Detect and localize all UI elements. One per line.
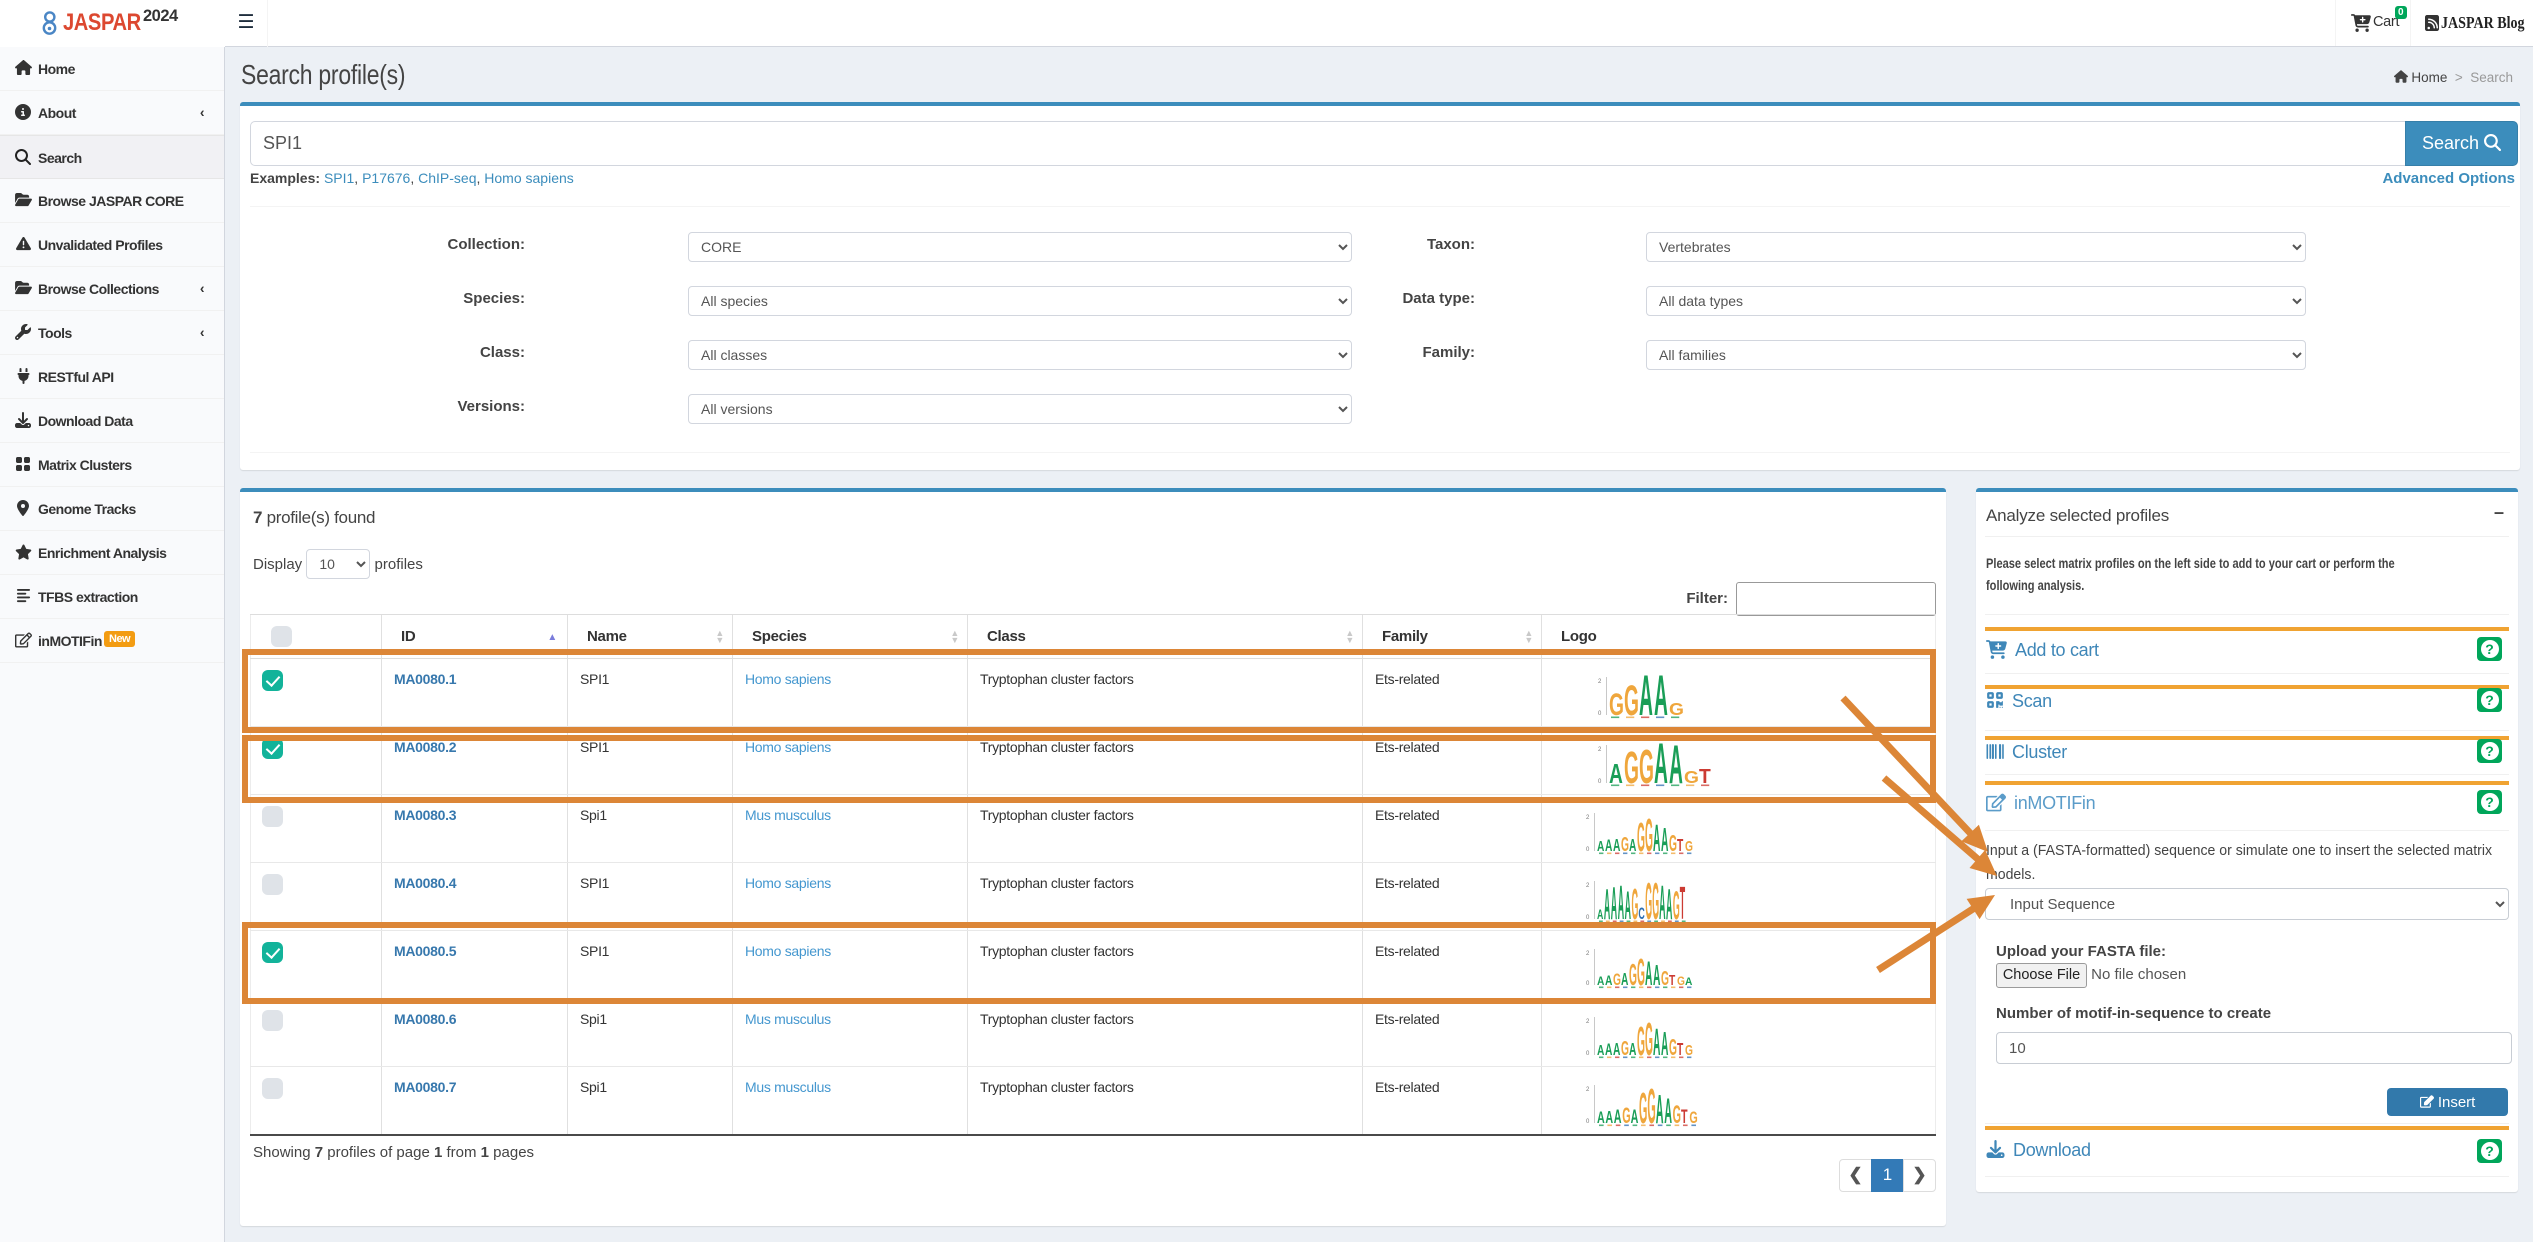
svg-text:G: G (1677, 975, 1685, 988)
svg-text:G: G (1685, 837, 1693, 855)
svg-text:A: A (1597, 837, 1604, 855)
svg-text:2: 2 (1586, 883, 1590, 889)
svg-text:A: A (1597, 975, 1604, 988)
svg-text:G: G (1689, 1108, 1697, 1127)
svg-text:2: 2 (1586, 951, 1590, 957)
svg-text:0: 0 (1598, 779, 1602, 785)
svg-text:G: G (1669, 699, 1684, 719)
svg-text:G: G (1669, 830, 1677, 856)
svg-text:G: G (1622, 1103, 1630, 1128)
svg-text:G: G (1669, 1034, 1677, 1060)
svg-text:0: 0 (1586, 1119, 1590, 1125)
svg-text:2: 2 (1598, 747, 1602, 753)
svg-text:0: 0 (1586, 847, 1590, 853)
svg-text:0: 0 (1598, 711, 1602, 717)
svg-text:A: A (1685, 976, 1693, 988)
svg-text:A: A (1605, 973, 1613, 989)
svg-text:T: T (1669, 971, 1675, 989)
svg-text:0: 0 (1586, 981, 1590, 987)
svg-text:G: G (1613, 971, 1621, 989)
svg-text:A: A (1597, 1108, 1605, 1127)
svg-text:2: 2 (1586, 815, 1590, 821)
svg-text:G: G (1684, 767, 1699, 787)
svg-text:2: 2 (1586, 1087, 1590, 1093)
svg-text:2: 2 (1586, 1019, 1590, 1025)
svg-text:2: 2 (1598, 679, 1602, 685)
svg-text:A: A (1597, 908, 1604, 922)
svg-text:C: C (1638, 904, 1645, 923)
svg-text:0: 0 (1586, 1051, 1590, 1057)
svg-text:G: G (1685, 1041, 1693, 1059)
svg-text:0: 0 (1586, 915, 1590, 921)
svg-text:A: A (1605, 837, 1612, 855)
svg-text:A: A (1597, 1041, 1604, 1059)
svg-text:A: A (1605, 1041, 1612, 1059)
